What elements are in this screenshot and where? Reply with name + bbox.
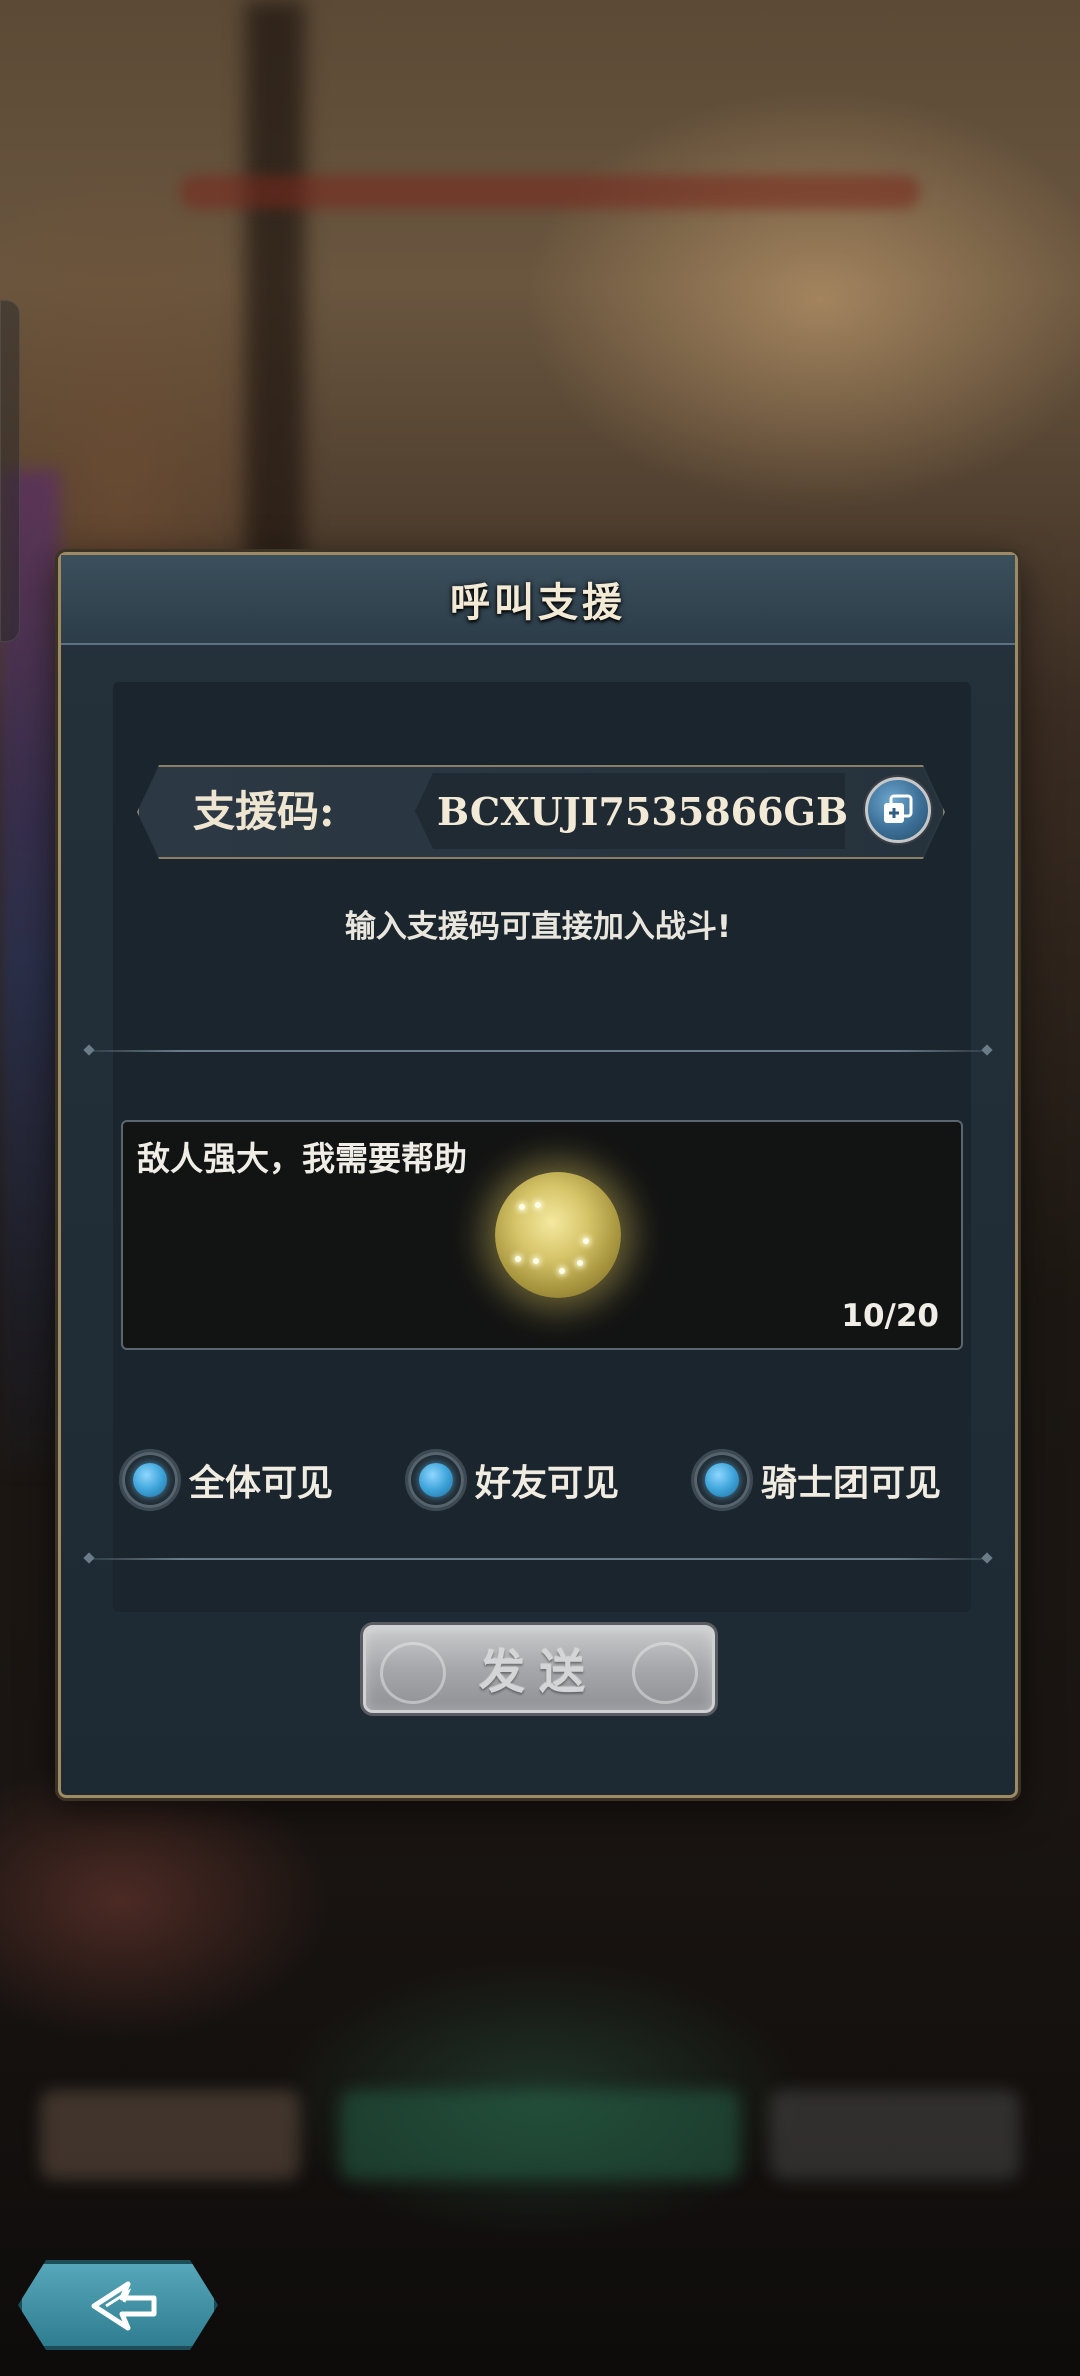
radio-all-visible[interactable]	[119, 1449, 181, 1511]
background-tab-3	[770, 2090, 1020, 2180]
copy-icon	[884, 794, 913, 823]
option-friends-visible[interactable]: 好友可见	[405, 1445, 619, 1515]
message-char-counter: 10/20	[841, 1298, 939, 1334]
message-text: 敌人强大，我需要帮助	[137, 1139, 467, 1178]
orb-spark	[515, 1256, 521, 1262]
orb-spark	[583, 1238, 589, 1244]
back-arrow-icon	[88, 2278, 160, 2334]
option-guild-visible-label: 骑士团可见	[761, 1463, 942, 1504]
orb-spark	[535, 1202, 541, 1208]
support-code-value: BCXUJI7535866GB	[437, 789, 849, 834]
support-code-hint: 输入支援码可直接加入战斗!	[344, 909, 732, 945]
orb-spark	[577, 1260, 583, 1266]
radio-selected-dot	[419, 1463, 453, 1497]
orb-spark	[533, 1258, 539, 1264]
send-button-label: 发送	[479, 1645, 599, 1699]
support-code-row: 支援码: BCXUJI7535866GB	[137, 765, 945, 859]
copy-code-button[interactable]	[865, 777, 931, 843]
call-support-dialog: 呼叫支援 支援码: BCXUJI7535866GB 输入支援码可直接加入战斗! …	[58, 552, 1018, 1798]
back-button[interactable]	[18, 2260, 218, 2350]
swirl-ornament-left	[380, 1642, 446, 1704]
edge-handle[interactable]	[0, 300, 20, 642]
radio-selected-dot	[705, 1463, 739, 1497]
orb-spark	[559, 1268, 565, 1274]
dialog-title: 呼叫支援	[450, 579, 626, 626]
background-health-bar	[180, 175, 920, 209]
option-all-visible-label: 全体可见	[189, 1463, 334, 1504]
glowing-orb-icon	[495, 1172, 621, 1298]
dialog-header: 呼叫支援	[61, 555, 1015, 645]
option-all-visible[interactable]: 全体可见	[119, 1445, 333, 1515]
message-input[interactable]: 敌人强大，我需要帮助 10/20	[121, 1120, 963, 1350]
background-tab-2	[340, 2090, 740, 2180]
radio-guild-visible[interactable]	[691, 1449, 753, 1511]
visibility-options: 全体可见 好友可见 骑士团可见	[119, 1445, 979, 1515]
option-guild-visible[interactable]: 骑士团可见	[691, 1445, 941, 1515]
orb-spark	[519, 1204, 525, 1210]
swirl-ornament-right	[632, 1642, 698, 1704]
background-pillar	[245, 0, 305, 560]
send-button[interactable]: 发送	[363, 1625, 715, 1713]
radio-selected-dot	[133, 1463, 167, 1497]
background-tab-1	[40, 2090, 300, 2180]
support-code-label: 支援码:	[193, 787, 335, 836]
divider-top	[91, 1050, 985, 1052]
divider-bottom	[91, 1558, 985, 1560]
radio-friends-visible[interactable]	[405, 1449, 467, 1511]
option-friends-visible-label: 好友可见	[475, 1463, 620, 1504]
